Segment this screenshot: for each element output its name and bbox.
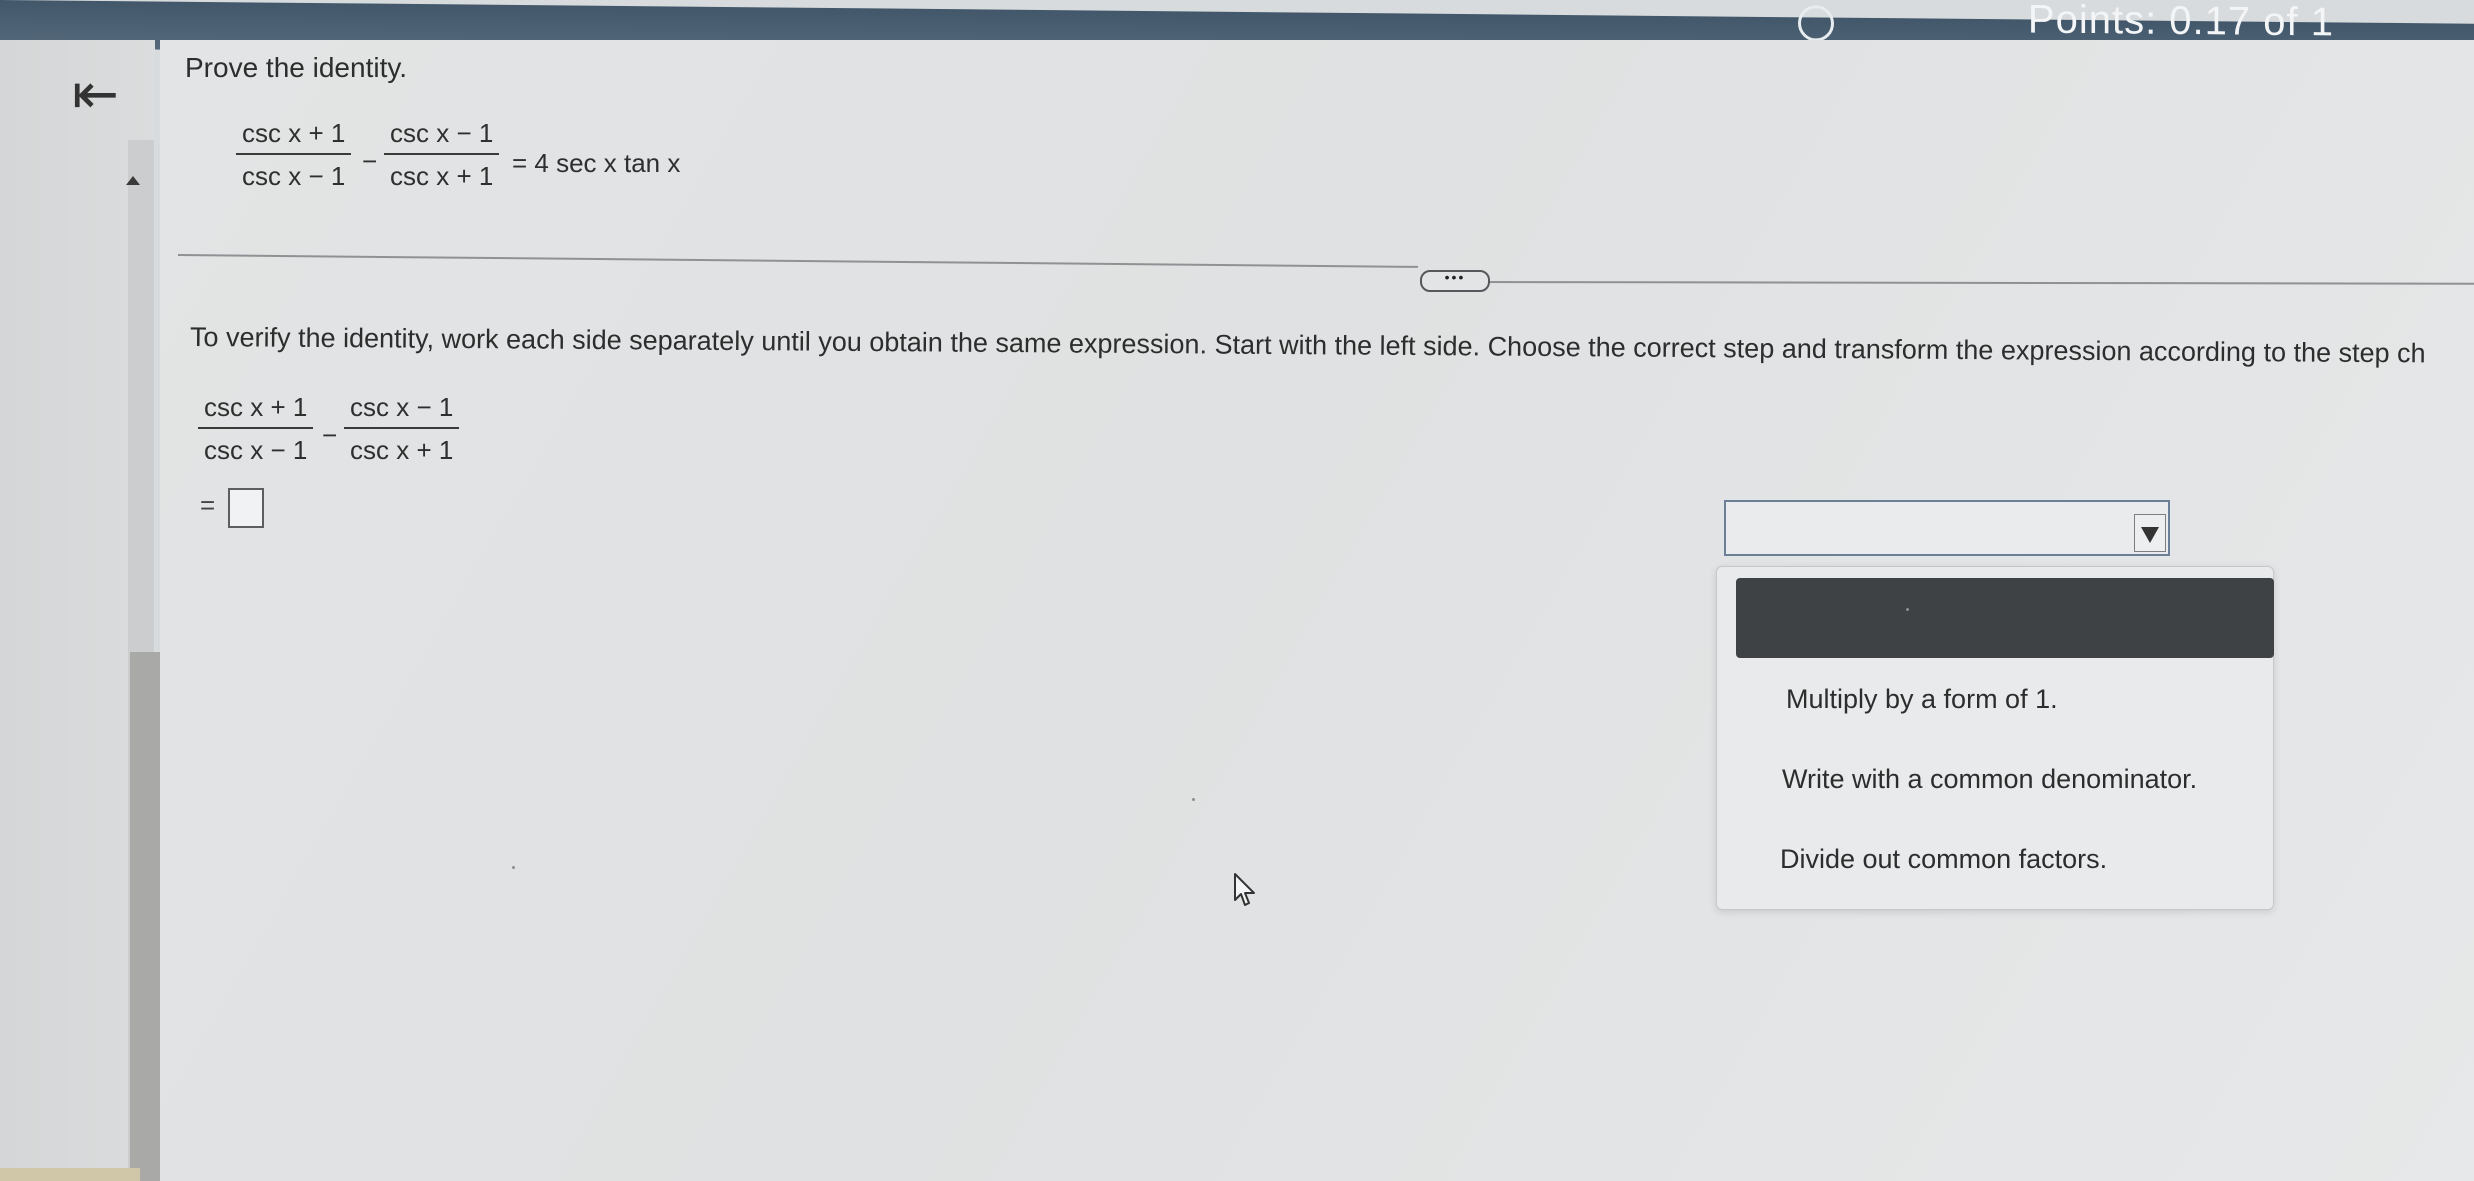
expand-more-button[interactable]: ••• — [1420, 270, 1490, 292]
rail-bottom-strip — [0, 1168, 140, 1181]
points-info-icon[interactable] — [1798, 5, 1834, 42]
answer-input[interactable] — [228, 488, 264, 528]
lhs-fraction-1-denominator: csc x − 1 — [204, 435, 308, 465]
chevron-down-icon — [2141, 527, 2159, 543]
dropdown-toggle-button[interactable] — [2134, 514, 2166, 552]
equals-sign: = — [200, 490, 216, 520]
points-label: Points: 0.17 of 1 — [2027, 0, 2334, 45]
step-dropdown[interactable] — [1724, 500, 2170, 556]
identity-fraction-1: csc x + 1 csc x − 1 — [236, 118, 352, 192]
identity-fraction-2-denominator: csc x + 1 — [390, 161, 494, 191]
lhs-fraction-2-denominator: csc x + 1 — [350, 435, 454, 465]
lhs-fraction-2: csc x − 1 csc x + 1 — [344, 392, 460, 466]
menu-option-divide-common-factors[interactable]: Divide out common factors. — [1780, 844, 2107, 875]
lhs-fraction-1: csc x + 1 csc x − 1 — [198, 392, 314, 466]
identity-fraction-1-denominator: csc x − 1 — [242, 161, 346, 191]
lhs-minus: − — [322, 420, 338, 450]
menu-option-blank-highlighted[interactable] — [1736, 578, 2274, 658]
lhs-fraction-1-numerator: csc x + 1 — [204, 392, 308, 422]
collapse-back-icon[interactable]: ⇤ — [72, 67, 132, 123]
menu-option-common-denominator[interactable]: Write with a common denominator. — [1782, 764, 2197, 795]
scroll-up-arrow-icon[interactable] — [126, 176, 140, 185]
question-prompt: Prove the identity. — [185, 52, 408, 83]
identity-fraction-2: csc x − 1 csc x + 1 — [384, 118, 500, 192]
screen-speck — [512, 866, 515, 869]
identity-rhs: = 4 sec x tan x — [512, 148, 681, 178]
screen-speck — [1906, 608, 1909, 611]
mouse-cursor-icon — [1234, 873, 1255, 906]
identity-fraction-2-numerator: csc x − 1 — [390, 118, 494, 148]
identity-minus: − — [362, 146, 378, 176]
scroll-thumb[interactable] — [130, 652, 162, 1181]
lhs-fraction-2-numerator: csc x − 1 — [350, 392, 454, 422]
identity-fraction-1-numerator: csc x + 1 — [242, 118, 346, 148]
screen-speck — [1192, 798, 1195, 801]
menu-option-multiply-form-of-one[interactable]: Multiply by a form of 1. — [1786, 684, 2058, 715]
